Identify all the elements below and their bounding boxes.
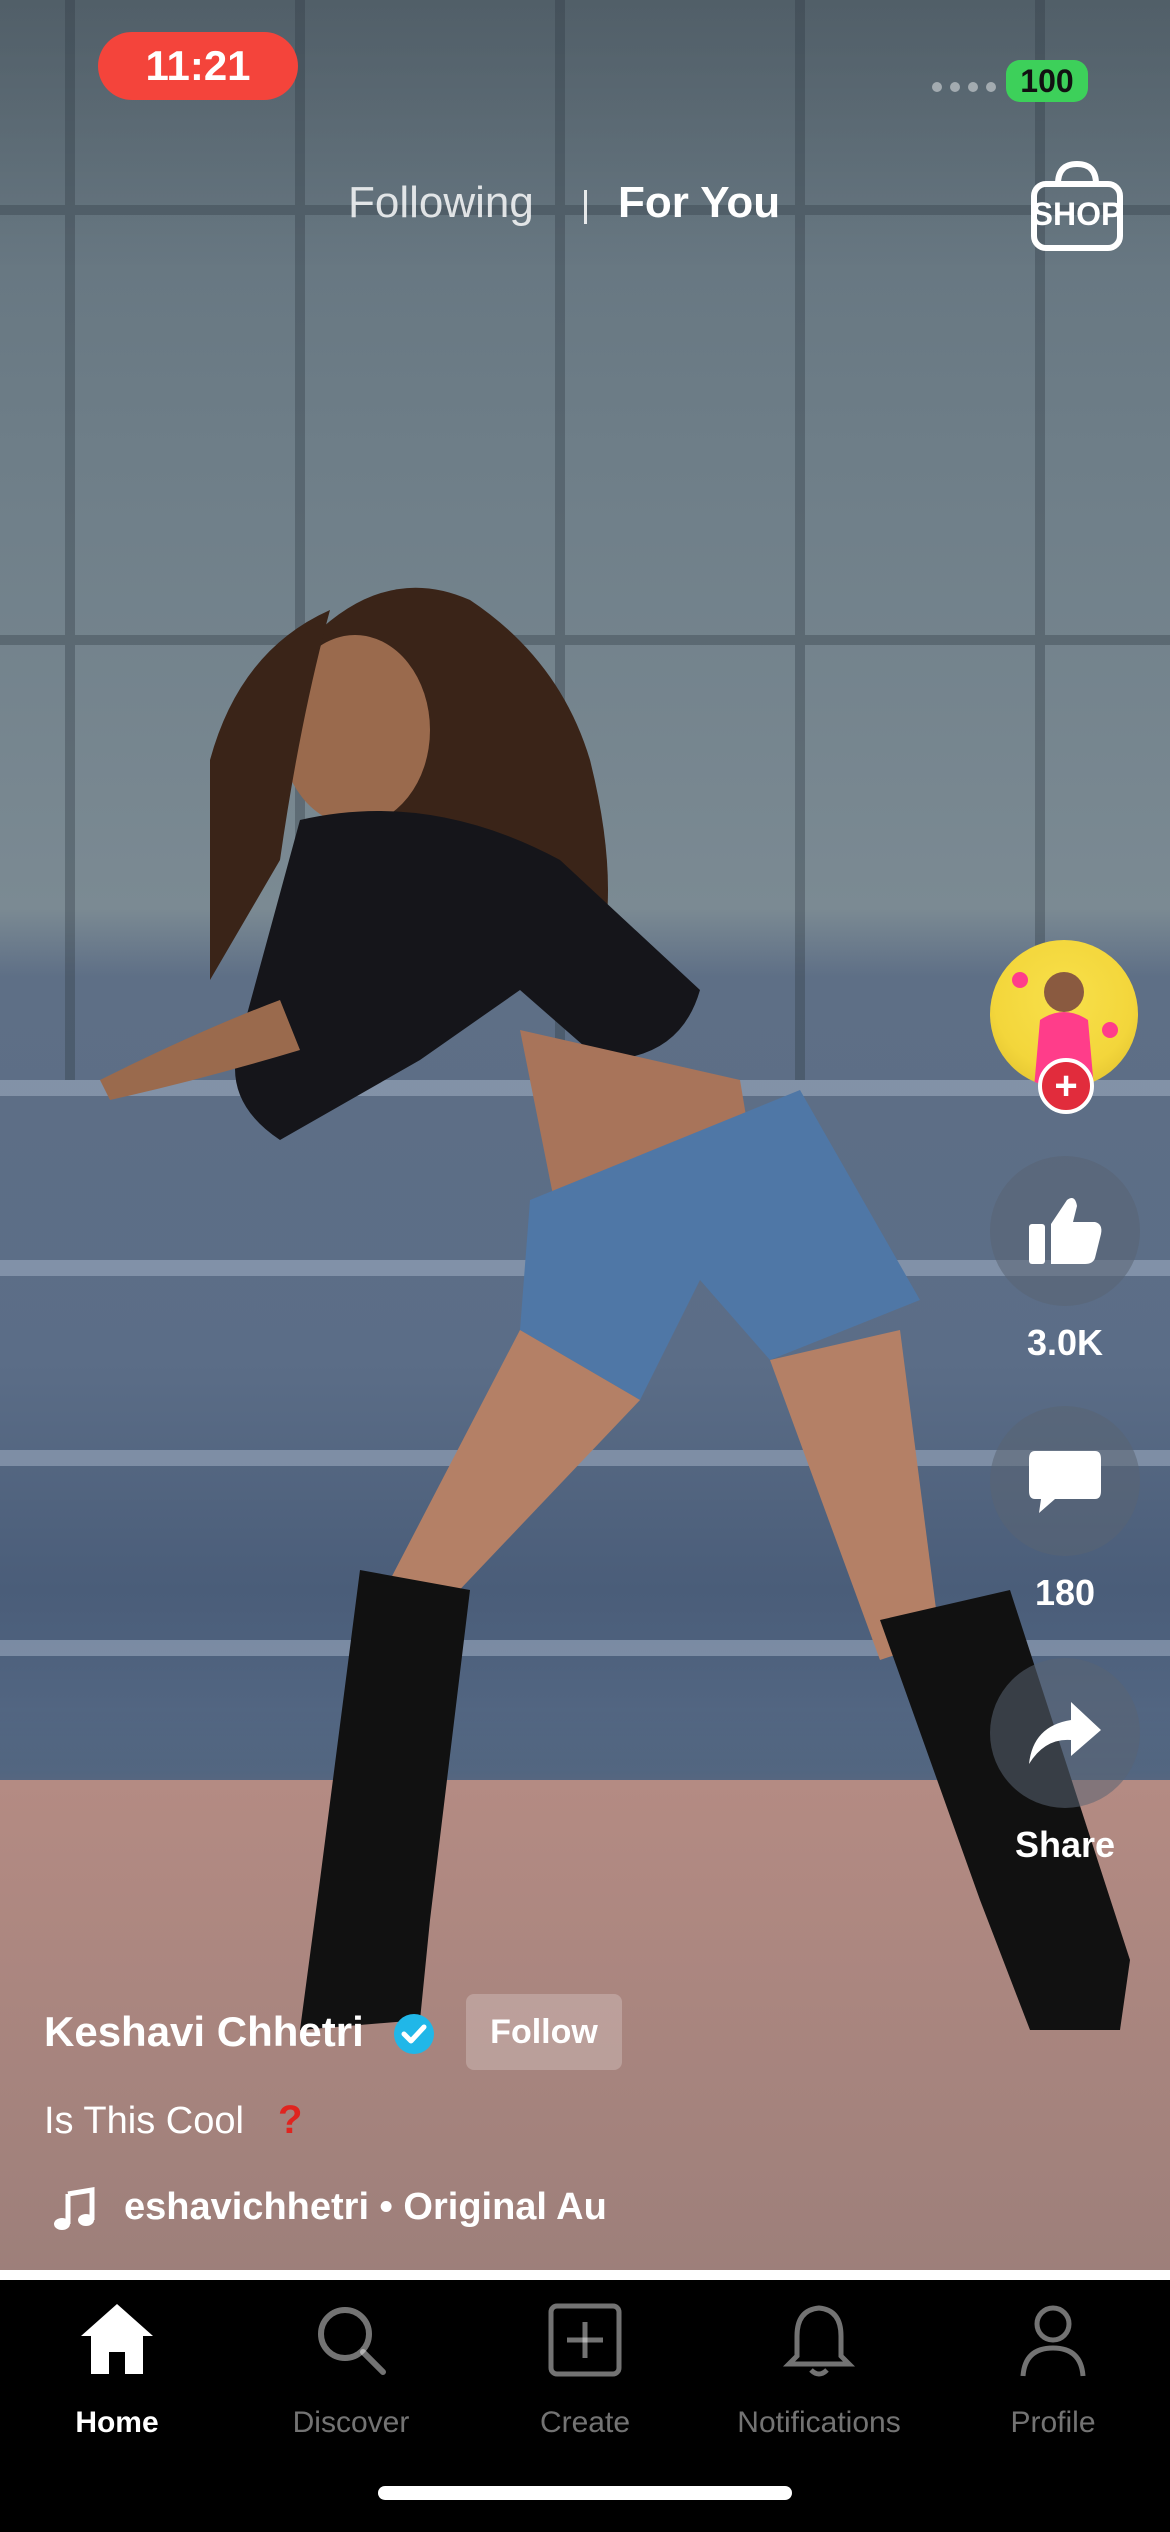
tab-following[interactable]: Following — [348, 178, 534, 228]
follow-plus-icon[interactable]: + — [1038, 1058, 1094, 1114]
comment-button[interactable] — [990, 1406, 1140, 1556]
music-note-icon — [54, 2187, 95, 2230]
feed-tabs: Following For You — [0, 178, 1170, 242]
status-time: 11:21 — [98, 32, 298, 100]
video-progress-bar[interactable] — [0, 2270, 1170, 2280]
verified-badge-icon — [394, 2014, 434, 2054]
signal-icon — [932, 82, 996, 92]
music-ticker[interactable]: eshavichhetri • Original Au — [124, 2186, 638, 2236]
tab-for-you[interactable]: For You — [618, 178, 780, 228]
creator-avatar-button[interactable]: + — [990, 940, 1140, 1114]
share-label: Share — [1014, 1824, 1116, 1865]
post-caption: Is This Cool — [44, 2100, 244, 2142]
nav-profile[interactable]: Profile — [936, 2300, 1170, 2450]
nav-create-label: Create — [539, 2406, 631, 2439]
shop-label: SHOP — [1031, 196, 1123, 232]
follow-button[interactable]: Follow — [466, 1994, 622, 2070]
nav-profile-label: Profile — [1010, 2406, 1096, 2439]
caption-question-mark: ? — [278, 2098, 303, 2142]
comment-count: 180 — [1034, 1572, 1096, 1613]
create-plus-icon — [548, 2303, 622, 2377]
thumbs-up-icon — [1029, 1198, 1102, 1264]
video-frame[interactable] — [0, 0, 1170, 2272]
shop-button[interactable]: SHOP — [1022, 158, 1132, 254]
bell-icon — [782, 2305, 856, 2377]
battery-indicator: 100 — [1006, 60, 1088, 102]
nav-notifications-label: Notifications — [737, 2406, 901, 2439]
nav-home[interactable]: Home — [0, 2300, 234, 2450]
nav-discover-label: Discover — [292, 2406, 410, 2439]
dancer-figure — [100, 587, 1130, 2030]
tab-divider — [584, 190, 587, 224]
share-arrow-icon — [1029, 1702, 1101, 1764]
share-button[interactable] — [990, 1658, 1140, 1808]
nav-create[interactable]: Create — [468, 2300, 702, 2450]
author-name[interactable]: Keshavi Chhetri — [44, 2008, 364, 2056]
nav-notifications[interactable]: Notifications — [702, 2300, 936, 2450]
nav-home-label: Home — [75, 2406, 159, 2439]
home-icon — [81, 2304, 153, 2374]
comment-bubble-icon — [1029, 1451, 1101, 1513]
nav-discover[interactable]: Discover — [234, 2300, 468, 2450]
music-title: eshavichhetri • Original Au — [124, 2186, 607, 2228]
person-icon — [1020, 2305, 1086, 2377]
search-icon — [318, 2307, 386, 2375]
like-button[interactable] — [990, 1156, 1140, 1306]
like-count: 3.0K — [1026, 1322, 1104, 1363]
home-indicator[interactable] — [378, 2486, 792, 2500]
